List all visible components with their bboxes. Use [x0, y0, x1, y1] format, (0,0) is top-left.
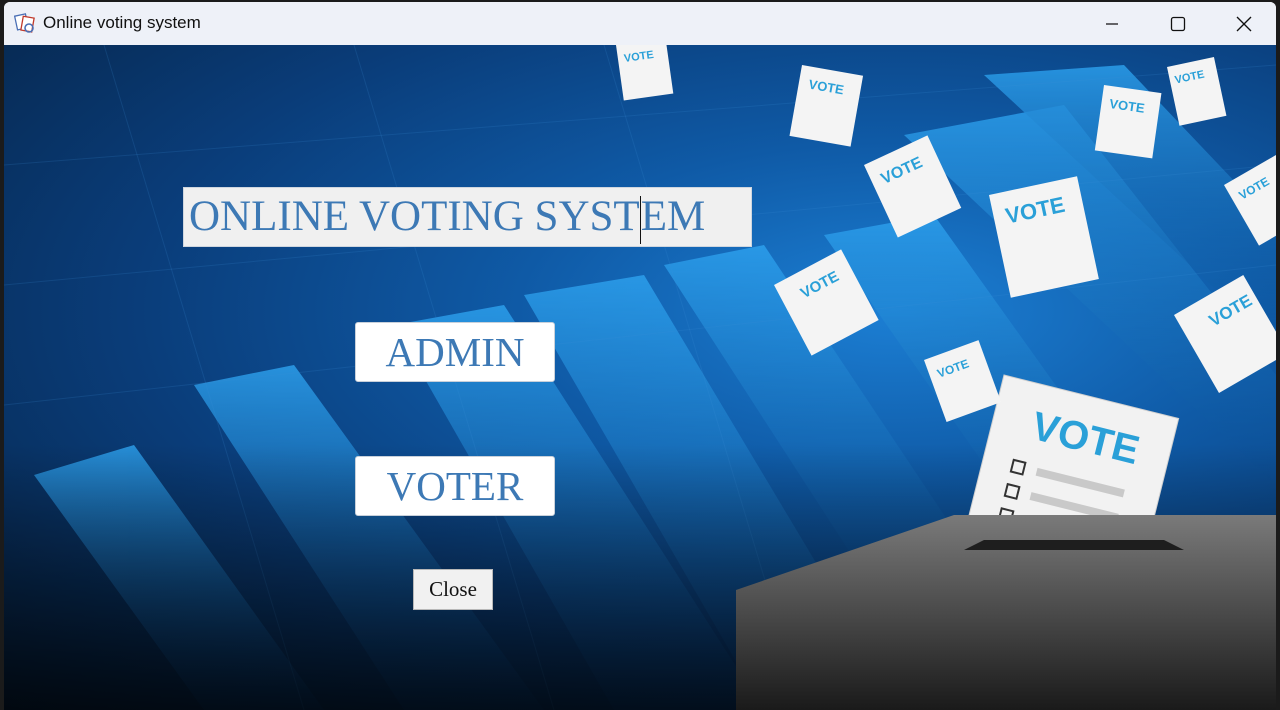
- app-heading[interactable]: ONLINE VOTING SYSTEM: [183, 187, 752, 247]
- heading-text-end: EM: [640, 193, 706, 240]
- app-icon: [13, 12, 36, 34]
- window-title: Online voting system: [43, 13, 201, 32]
- close-button[interactable]: Close: [413, 569, 493, 610]
- close-window-button[interactable]: [1211, 2, 1276, 45]
- maximize-button[interactable]: [1145, 2, 1211, 45]
- voter-button[interactable]: VOTER: [355, 456, 555, 516]
- background-artwork: VOTE VOTE VOTE VOTE VOTE VOTE VOTE VOTE …: [4, 45, 1276, 710]
- maximize-icon: [1170, 16, 1186, 31]
- app-window: Online voting system VOTE VOTE VOTE VOTE…: [4, 2, 1276, 710]
- minimize-button[interactable]: [1079, 2, 1145, 45]
- main-panel: VOTE VOTE VOTE VOTE VOTE VOTE VOTE VOTE …: [4, 45, 1276, 710]
- close-icon: [1236, 16, 1252, 31]
- minimize-icon: [1106, 22, 1118, 25]
- admin-button[interactable]: ADMIN: [355, 322, 555, 382]
- heading-text-start: ONLINE VOTING SYST: [189, 193, 640, 240]
- title-bar[interactable]: Online voting system: [4, 2, 1276, 45]
